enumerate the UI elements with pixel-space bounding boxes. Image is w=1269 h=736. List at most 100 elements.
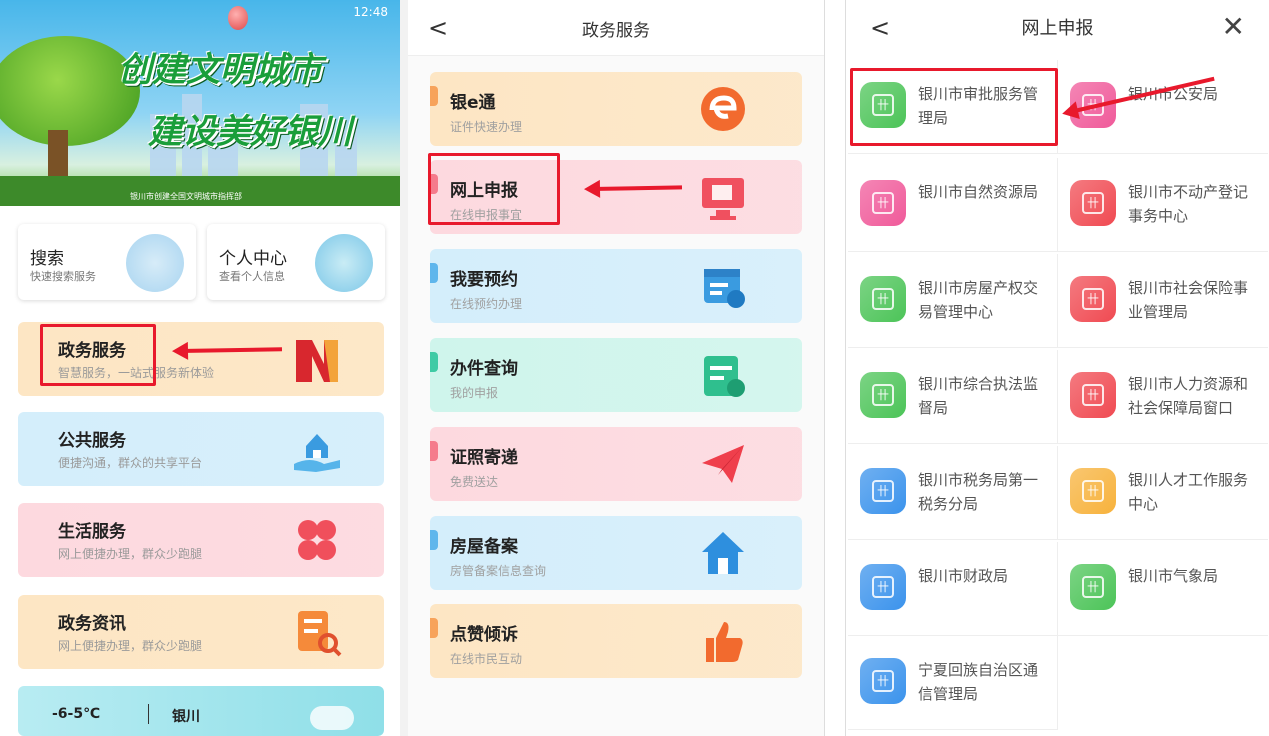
row-subtitle: 在线预约办理 — [450, 297, 523, 311]
stamp-icon: 卄 — [872, 288, 894, 310]
row-appointment[interactable]: 我要预约在线预约办理 — [430, 249, 802, 323]
close-icon[interactable]: ✕ — [1222, 10, 1245, 43]
department-icon: 卄 — [860, 658, 906, 704]
department-name: 宁夏回族自治区通信管理局 — [918, 661, 1039, 703]
row-yin-e-tong[interactable]: 银e通证件快速办理 — [430, 72, 802, 146]
department-name: 银川市财政局 — [918, 567, 1009, 585]
row-accent — [430, 86, 438, 106]
page-title: 网上申报 — [1021, 18, 1094, 39]
department-item[interactable]: 卄 银川市综合执法监督局 — [848, 350, 1058, 444]
banner-caption: 银川市创建全国文明城市指挥部 — [130, 192, 242, 201]
row-accent — [430, 441, 438, 461]
department-item[interactable]: 卄 银川市房屋产权交易管理中心 — [848, 254, 1058, 348]
department-name: 银川市社会保险事业管理局 — [1128, 279, 1249, 321]
row-accent — [430, 352, 438, 372]
department-item[interactable]: 卄 银川市税务局第一税务分局 — [848, 446, 1058, 540]
monitor-edit-icon — [702, 178, 744, 220]
row-case-query[interactable]: 办件查询 我的申报 — [430, 338, 802, 412]
service-news[interactable]: 政务资讯 网上便捷办理，群众少跑腿 — [18, 595, 384, 669]
weather-divider — [148, 704, 149, 724]
search-subtitle: 快速搜索服务 — [30, 270, 96, 283]
status-time: 12:48 — [353, 5, 388, 19]
row-subtitle: 免费送达 — [450, 475, 499, 489]
panel-divider — [824, 0, 846, 736]
department-item[interactable]: 卄 银川市不动产登记事务中心 — [1058, 158, 1268, 252]
stamp-icon: 卄 — [872, 670, 894, 692]
service-title: 公共服务 — [58, 431, 126, 451]
cloud-icon — [310, 706, 354, 730]
row-subtitle: 证件快速办理 — [450, 120, 523, 134]
city-banner[interactable]: 12:48 创建文明城市 建设美好银川 银川市创建全国文明城市指挥部 — [0, 0, 400, 206]
department-name: 银川市自然资源局 — [918, 183, 1039, 201]
department-item[interactable]: 卄 银川市自然资源局 — [848, 158, 1058, 252]
gov-logo-icon — [296, 340, 338, 382]
row-house-filing[interactable]: 房屋备案 房管备案信息查询 — [430, 516, 802, 590]
service-title: 政务资讯 — [58, 614, 126, 634]
status-bar: 12:48 — [0, 0, 400, 26]
department-item[interactable]: 卄 银川市人力资源和社会保障局窗口 — [1058, 350, 1268, 444]
search-illustration-icon — [126, 234, 184, 292]
stamp-icon: 卄 — [872, 480, 894, 502]
department-icon: 卄 — [860, 372, 906, 418]
profile-subtitle: 查看个人信息 — [219, 270, 285, 283]
department-icon: 卄 — [860, 564, 906, 610]
row-title: 证照寄递 — [450, 448, 518, 468]
service-subtitle: 便捷沟通，群众的共享平台 — [58, 456, 203, 470]
profile-card[interactable]: 个人中心 查看个人信息 — [207, 224, 385, 300]
yin-e-tong-icon — [701, 87, 745, 131]
nav-bar: < 政务服务 — [408, 0, 824, 56]
weather-card[interactable]: -6-5℃ 银川 — [18, 686, 384, 736]
department-icon: 卄 — [860, 468, 906, 514]
department-icon: 卄 — [1070, 180, 1116, 226]
department-item[interactable]: 卄 宁夏回族自治区通信管理局 — [848, 636, 1058, 730]
row-title: 我要预约 — [450, 270, 518, 290]
row-title: 房屋备案 — [450, 537, 518, 557]
department-icon: 卄 — [1070, 564, 1116, 610]
service-title: 生活服务 — [58, 522, 126, 542]
department-item[interactable]: 卄 银川人才工作服务中心 — [1058, 446, 1268, 540]
house-icon — [702, 532, 744, 574]
row-accent — [430, 618, 438, 638]
row-title: 办件查询 — [450, 359, 518, 379]
document-query-icon — [704, 356, 745, 397]
row-subtitle: 在线市民互动 — [450, 652, 523, 666]
row-feedback[interactable]: 点赞倾诉在线市民互动 — [430, 604, 802, 678]
banner-slogan-2: 建设美好银川 — [148, 112, 352, 152]
department-name: 银川市气象局 — [1128, 567, 1219, 585]
department-icon: 卄 — [1070, 372, 1116, 418]
row-title: 点赞倾诉 — [450, 625, 518, 645]
stamp-icon: 卄 — [872, 192, 894, 214]
row-title: 银e通 — [450, 93, 496, 113]
department-item[interactable]: 卄 银川市气象局 — [1058, 542, 1268, 636]
online-declaration-screen: < 网上申报 ✕ 卄银川市审批服务管理局卄银川市公安局卄银川市自然资源局卄银川市… — [846, 0, 1269, 736]
paper-plane-icon — [702, 445, 744, 483]
service-public[interactable]: 公共服务 便捷沟通，群众的共享平台 — [18, 412, 384, 486]
department-icon: 卄 — [860, 276, 906, 322]
stamp-icon: 卄 — [1082, 576, 1104, 598]
stamp-icon: 卄 — [872, 384, 894, 406]
panel-divider — [400, 0, 408, 736]
thumbs-up-icon — [706, 622, 743, 662]
department-icon: 卄 — [1070, 276, 1116, 322]
highlight-box — [40, 324, 156, 386]
stamp-icon: 卄 — [1082, 384, 1104, 406]
department-name: 银川市房屋产权交易管理中心 — [918, 279, 1039, 321]
department-name: 银川市综合执法监督局 — [918, 375, 1039, 417]
search-card[interactable]: 搜索 快速搜索服务 — [18, 224, 196, 300]
highlight-box — [850, 68, 1058, 146]
row-certificate-delivery[interactable]: 证照寄递 免费送达 — [430, 427, 802, 501]
calendar-clock-icon — [704, 269, 745, 308]
department-item[interactable]: 卄 银川市社会保险事业管理局 — [1058, 254, 1268, 348]
department-name: 银川市税务局第一税务分局 — [918, 471, 1039, 513]
search-title: 搜索 — [30, 249, 64, 269]
profile-illustration-icon — [315, 234, 373, 292]
department-name: 银川市不动产登记事务中心 — [1128, 183, 1249, 225]
home-screen: 12:48 创建文明城市 建设美好银川 银川市创建全国文明城市指挥部 搜索 快速… — [0, 0, 400, 736]
department-item[interactable]: 卄 银川市财政局 — [848, 542, 1058, 636]
profile-title: 个人中心 — [219, 249, 287, 269]
row-accent — [430, 263, 438, 283]
service-life[interactable]: 生活服务 网上便捷办理，群众少跑腿 — [18, 503, 384, 577]
department-icon: 卄 — [1070, 468, 1116, 514]
stamp-icon: 卄 — [1082, 192, 1104, 214]
stamp-icon: 卄 — [1082, 480, 1104, 502]
